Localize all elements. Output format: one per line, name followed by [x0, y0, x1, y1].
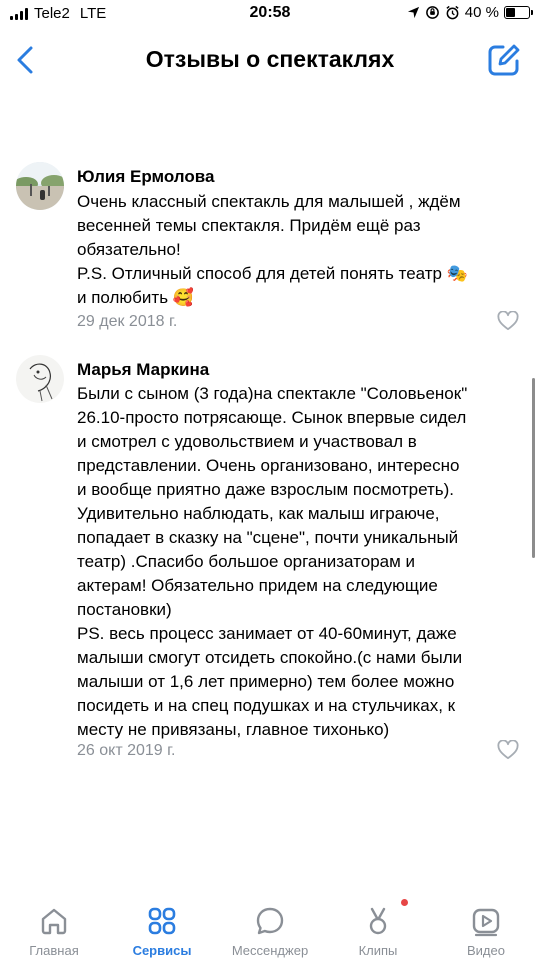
services-icon [148, 907, 176, 935]
battery-percent: 40 % [464, 4, 499, 21]
status-bar: Tele2 LTE 20:58 40 % [0, 0, 540, 30]
tab-label: Видео [467, 943, 505, 958]
tab-messenger[interactable]: Мессенджер [216, 895, 324, 960]
location-icon [407, 6, 419, 19]
comment-author[interactable]: Юлия Ермолова [77, 167, 214, 187]
heart-icon [497, 310, 519, 331]
scrollbar[interactable] [532, 378, 535, 558]
avatar[interactable] [16, 162, 64, 210]
notification-badge [401, 899, 408, 906]
battery-icon [504, 6, 533, 19]
tab-bar: Главная Сервисы Мессенджер Клипы Видео [0, 895, 540, 960]
like-button[interactable] [497, 310, 523, 335]
avatar[interactable] [16, 355, 64, 403]
nav-bar: Отзывы о спектаклях [0, 30, 540, 92]
messenger-icon [256, 907, 284, 935]
tab-label: Сервисы [132, 943, 192, 958]
tab-label: Главная [29, 943, 79, 958]
comment-date: 26 окт 2019 г. [77, 742, 176, 759]
avatar-image [16, 162, 64, 210]
tab-home[interactable]: Главная [0, 895, 108, 960]
write-review-button[interactable] [486, 42, 522, 78]
heart-icon [497, 739, 519, 760]
tab-services[interactable]: Сервисы [108, 895, 216, 960]
video-icon [472, 908, 500, 937]
orientation-lock-icon [425, 6, 439, 19]
like-button[interactable] [497, 739, 523, 764]
comment-author[interactable]: Марья Маркина [77, 360, 209, 380]
avatar-image [16, 355, 64, 403]
alarm-icon [446, 5, 459, 20]
comment-date: 29 дек 2018 г. [77, 313, 178, 330]
battery-level [506, 8, 515, 17]
status-right: 40 % [407, 4, 533, 21]
comment-text: Очень классный спектакль для малышей , ж… [77, 192, 468, 307]
page-title: Отзывы о спектаклях [145, 46, 395, 72]
tab-video[interactable]: Видео [432, 895, 540, 960]
tab-clips[interactable]: Клипы [324, 895, 432, 960]
tab-label: Мессенджер [231, 943, 309, 958]
edit-icon [488, 44, 520, 76]
comment: Марья Маркина Были с сыном (3 года)на сп… [0, 352, 540, 772]
clips-icon [369, 907, 387, 935]
tab-label: Клипы [358, 943, 398, 958]
home-icon [41, 908, 67, 935]
comment: Юлия Ермолова Очень классный спектакль д… [0, 160, 540, 340]
comment-text: Были с сыном (3 года)на спектакле "Солов… [77, 384, 468, 739]
